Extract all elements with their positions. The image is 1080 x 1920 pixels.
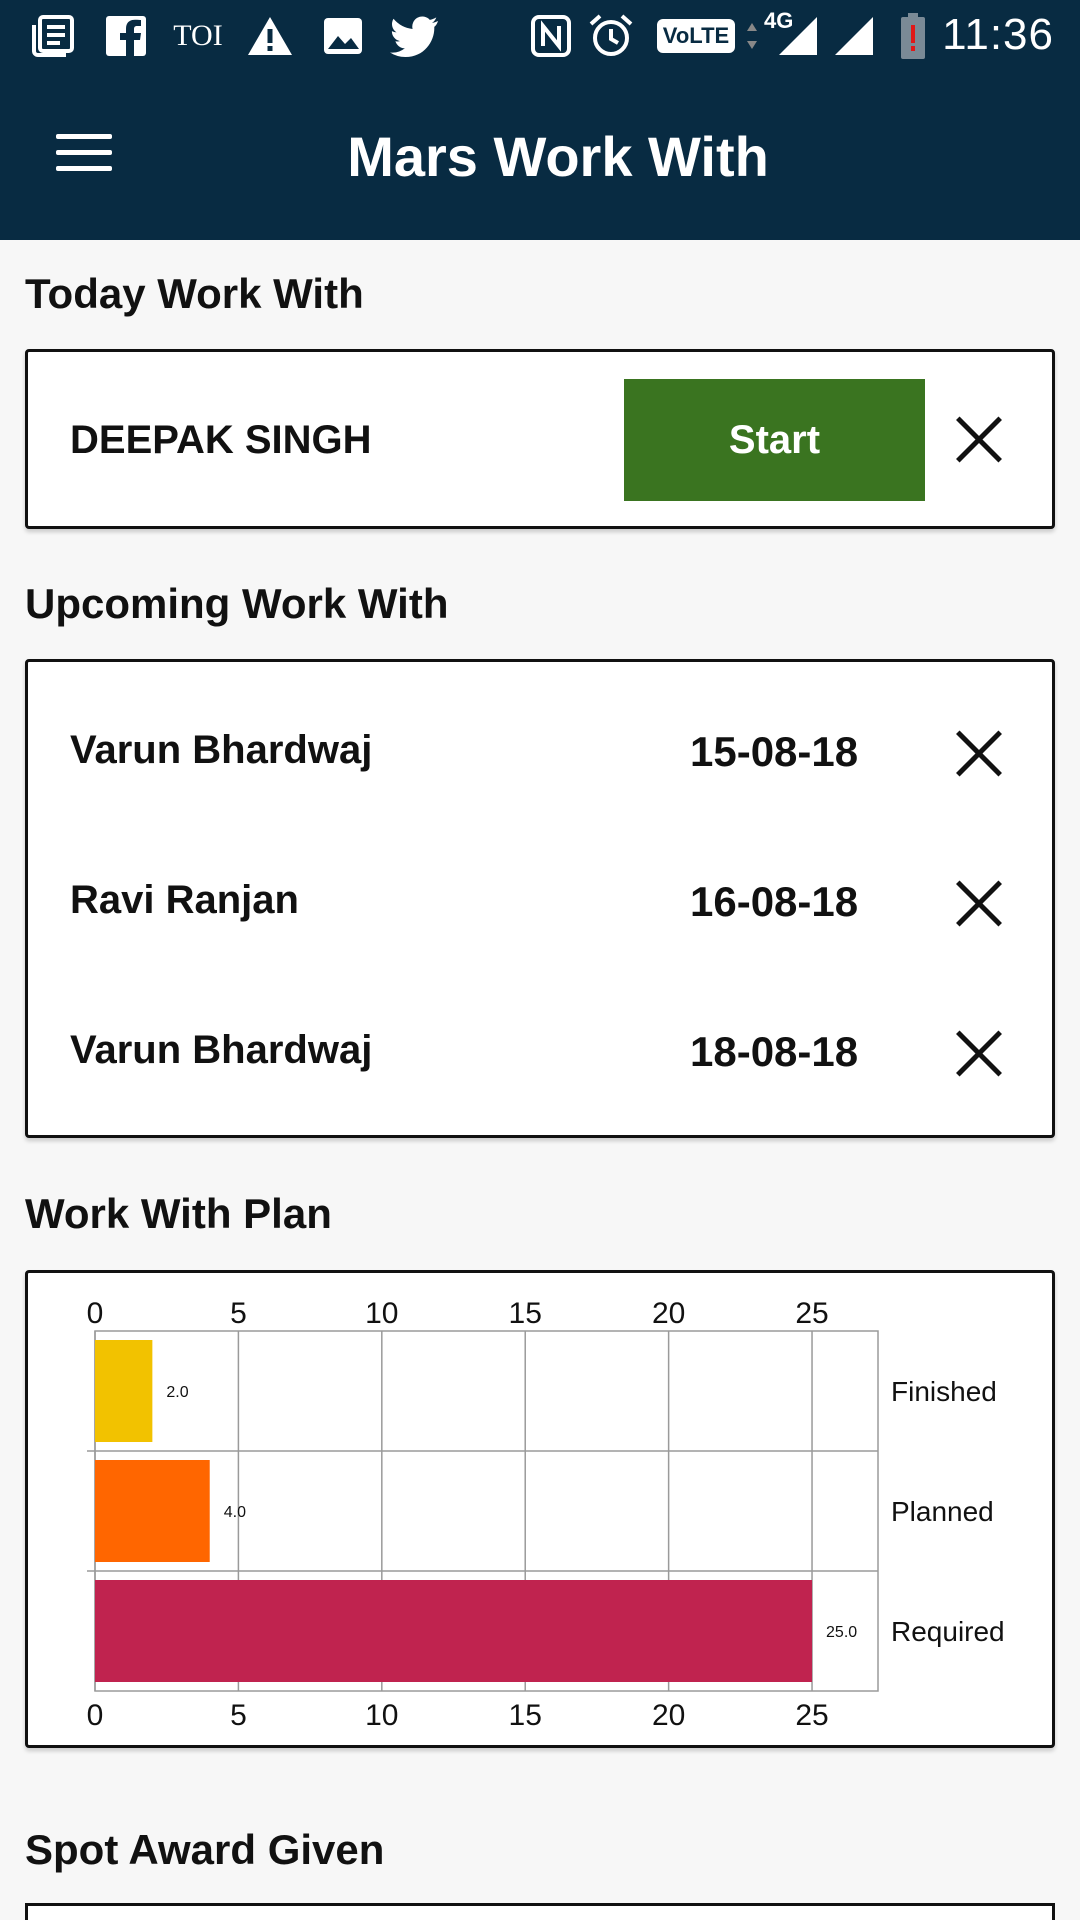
battery-low-icon (896, 13, 930, 59)
upcoming-date: 16-08-18 (690, 878, 859, 925)
alarm-icon (586, 14, 636, 58)
category-label: Required (891, 1616, 1005, 1647)
page-title-text: Mars Work With (347, 125, 769, 188)
page-title: Mars Work With (0, 124, 1080, 189)
app-toolbar: Mars Work With (0, 72, 1080, 240)
x-tick-label-bottom: 0 (87, 1699, 104, 1732)
x-tick-label-bottom: 20 (652, 1699, 685, 1732)
close-icon[interactable] (955, 1030, 1003, 1078)
category-label: Finished (891, 1376, 997, 1407)
x-tick-label-top: 10 (365, 1297, 398, 1330)
upcoming-section-title: Upcoming Work With (25, 580, 449, 627)
close-icon[interactable] (955, 416, 1003, 464)
close-icon[interactable] (955, 730, 1003, 778)
x-tick-label-bottom: 25 (795, 1699, 828, 1732)
bar-value-label: 2.0 (166, 1384, 188, 1401)
x-tick-label-top: 0 (87, 1297, 104, 1330)
upcoming-name: Varun Bhardwaj (70, 1028, 373, 1072)
category-label: Planned (891, 1496, 994, 1527)
toi-icon: TOI (173, 19, 223, 52)
x-tick-label-bottom: 10 (365, 1699, 398, 1732)
twitter-icon (388, 14, 442, 58)
volte-icon: VoLTE (656, 14, 736, 58)
volte-label: VoLTE (656, 19, 736, 53)
bar-value-label: 25.0 (826, 1624, 857, 1641)
x-tick-label-bottom: 5 (230, 1699, 247, 1732)
upcoming-date: 15-08-18 (690, 728, 859, 775)
bar-finished (95, 1340, 153, 1442)
spot-award-section-title: Spot Award Given (25, 1826, 385, 1873)
upcoming-name: Ravi Ranjan (70, 878, 299, 922)
bar-value-label: 4.0 (224, 1504, 246, 1521)
signal-icon-2 (832, 14, 876, 58)
start-button[interactable]: Start (624, 379, 925, 501)
today-section-title: Today Work With (25, 270, 364, 317)
data-arrows-icon (740, 14, 764, 58)
upcoming-card: Varun Bhardwaj 15-08-18 Ravi Ranjan 16-0… (25, 659, 1055, 1138)
upcoming-date: 18-08-18 (690, 1028, 859, 1075)
bar-chart: 0 0 5 5 10 10 15 15 20 20 25 25 2.0 Finished 4.0 Planne… (87, 1297, 1005, 1732)
today-card: DEEPAK SINGH Start (25, 349, 1055, 529)
x-tick-label-top: 20 (652, 1297, 685, 1330)
upcoming-name: Varun Bhardwaj (70, 728, 373, 772)
image-icon (320, 14, 366, 58)
warning-icon (244, 14, 296, 58)
x-tick-label-top: 5 (230, 1297, 247, 1330)
signal-icon (776, 14, 820, 58)
bar-planned (95, 1460, 210, 1562)
spot-award-card (25, 1903, 1055, 1920)
close-icon[interactable] (955, 880, 1003, 928)
nfc-icon (528, 14, 574, 58)
news-icon (28, 14, 78, 58)
x-tick-label-top: 15 (509, 1297, 542, 1330)
facebook-icon (104, 14, 148, 58)
bar-required (95, 1580, 813, 1682)
status-time: 11:36 (942, 10, 1054, 59)
x-tick-label-bottom: 15 (509, 1699, 542, 1732)
x-tick-label-top: 25 (795, 1297, 828, 1330)
plan-chart-card: 0 0 5 5 10 10 15 15 20 20 25 25 2.0 Finished 4.0 Planne… (25, 1270, 1055, 1748)
plan-section-title: Work With Plan (25, 1190, 332, 1237)
today-name: DEEPAK SINGH (70, 418, 372, 462)
status-bar: TOI VoLTE 4G 11:36 (0, 0, 1080, 72)
